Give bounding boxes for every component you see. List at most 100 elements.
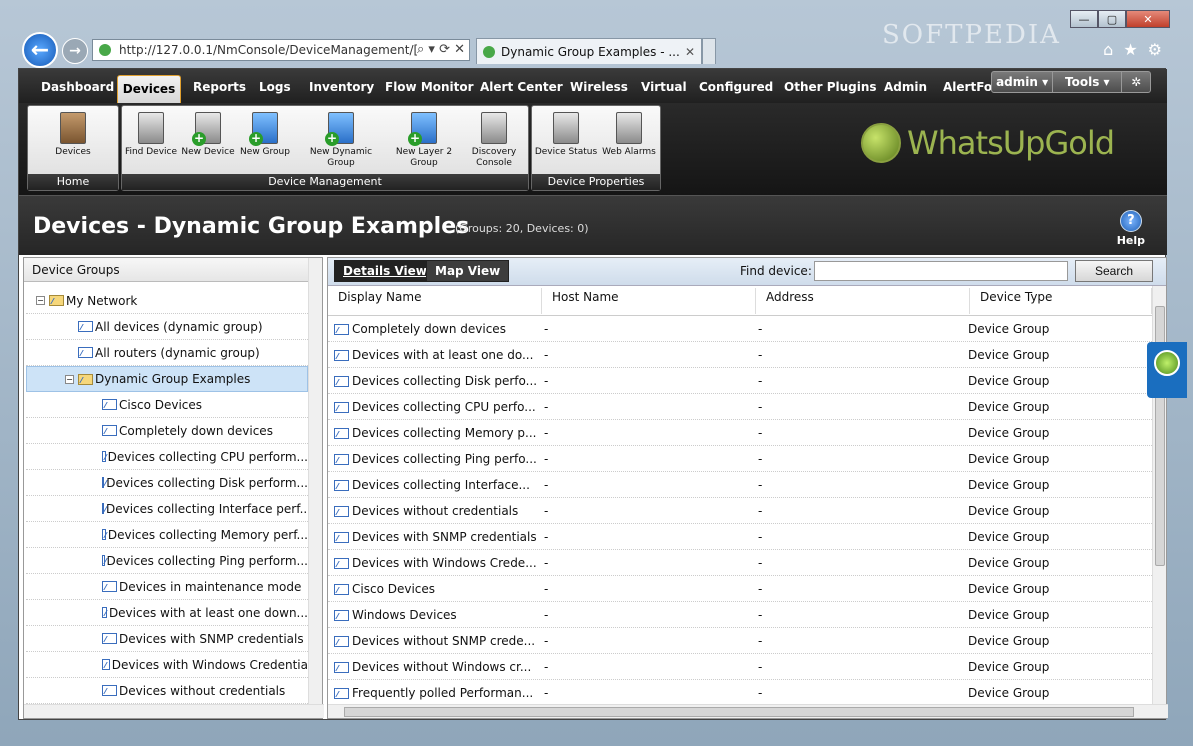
tree-vertical-scrollbar[interactable] [308,258,322,704]
tree-item[interactable]: All routers (dynamic group) [26,340,308,366]
table-row[interactable]: Devices collecting CPU perfo... - - Device … [328,394,1154,420]
table-cell: - [758,634,763,648]
col-display-name[interactable]: Display Name [330,288,542,314]
table-cell: Devices collecting Disk perfo... [352,374,538,388]
browser-tab[interactable]: Dynamic Group Examples - ... ✕ [476,38,702,64]
new-dynamic-group-button[interactable]: New Dynamic Group [308,112,374,169]
menu-logs[interactable]: Logs [259,80,291,94]
table-cell: - [758,504,763,518]
tree-item[interactable]: All devices (dynamic group) [26,314,308,340]
minimize-button[interactable]: — [1070,10,1098,28]
folder-icon [102,477,105,488]
group-folder-icon [334,532,349,543]
ribbon-group-device-management: Find Device New Device New Group New Dyn… [121,105,529,191]
tree-collapse-icon[interactable]: − [65,374,74,384]
table-row[interactable]: Devices collecting Interface... - - Device … [328,472,1154,498]
group-folder-icon [334,428,349,439]
menu-inventory[interactable]: Inventory [309,80,374,94]
tree-item-label: Devices with SNMP credentials [119,631,304,646]
table-row[interactable]: Devices collecting Memory p... - - Device G… [328,420,1154,446]
tree-item[interactable]: Devices collecting Interface perf... [26,496,308,522]
tree-item[interactable]: Devices with SNMP credentials [26,626,308,652]
tab-map-view[interactable]: Map View [426,260,510,282]
tab-details-view[interactable]: Details View [334,260,436,282]
find-device-button[interactable]: Find Device [124,112,178,158]
menu-admin[interactable]: Admin [884,80,927,94]
table-cell: Device Group [968,374,1050,388]
maximize-button[interactable]: ▢ [1098,10,1126,28]
col-address[interactable]: Address [758,288,970,314]
col-host-name[interactable]: Host Name [544,288,756,314]
menu-configured[interactable]: Configured [699,80,773,94]
tree-horizontal-scrollbar[interactable] [24,704,324,718]
tree-item[interactable]: Devices with at least one down... [26,600,308,626]
menu-reports[interactable]: Reports [193,80,246,94]
new-tab-button[interactable] [702,38,716,64]
discovery-console-button[interactable]: Discovery Console [466,112,522,169]
help-button[interactable]: ? Help [1117,210,1145,247]
table-row[interactable]: Frequently polled Performan... - - Device G… [328,680,1154,706]
back-button[interactable]: ← [22,32,58,68]
menu-dashboard[interactable]: Dashboard [41,80,114,94]
table-cell: Devices with at least one do... [352,348,534,362]
tree-collapse-icon[interactable]: − [36,296,45,305]
settings-gear-icon[interactable]: ⚙ [1148,40,1162,59]
table-row[interactable]: Devices with at least one do... - - Device … [328,342,1154,368]
tab-close-icon[interactable]: ✕ [685,45,695,59]
table-row[interactable]: Devices with SNMP credentials - - Device Gr… [328,524,1154,550]
folder-icon [102,633,117,644]
tree-item[interactable]: Devices collecting CPU perform... [26,444,308,470]
user-dropdown[interactable]: admin ▾ [992,72,1054,92]
col-device-type[interactable]: Device Type [972,288,1152,314]
new-layer2-group-button[interactable]: New Layer 2 Group [392,112,456,169]
table-row[interactable]: Devices without Windows cr... - - Device Gr… [328,654,1154,680]
table-row[interactable]: Windows Devices - - Device Group [328,602,1154,628]
tools-dropdown[interactable]: Tools ▾ [1053,72,1123,92]
group-folder-icon [334,584,349,595]
tree-item[interactable]: Cisco Devices [26,392,308,418]
tree-item[interactable]: Devices with Windows Credentia [26,652,308,678]
tree-item[interactable]: Devices without credentials [26,678,308,704]
tree-item[interactable]: − Dynamic Group Examples [26,366,308,392]
table-cell: Device Group [968,660,1050,674]
menu-wireless[interactable]: Wireless [570,80,628,94]
table-row[interactable]: Devices collecting Disk perfo... - - Device… [328,368,1154,394]
forward-button[interactable]: → [62,38,88,64]
table-row[interactable]: Devices without credentials - - Device Grou… [328,498,1154,524]
web-alarms-button[interactable]: Web Alarms [600,112,658,158]
tree-item[interactable]: Devices collecting Memory perf... [26,522,308,548]
new-device-button[interactable]: New Device [180,112,236,158]
address-tools-icon[interactable]: ⌕ ▾ ⟳ ✕ [417,42,465,57]
browser-window: SOFTPEDIA — ▢ ✕ ← → http://127.0.0.1/NmC… [0,0,1193,746]
side-panel-toggle[interactable] [1147,342,1187,398]
table-cell: - [544,322,549,336]
menu-other-plugins[interactable]: Other Plugins [784,80,877,94]
menu-virtual[interactable]: Virtual [641,80,687,94]
find-device-input[interactable] [814,261,1068,281]
table-horizontal-scrollbar[interactable] [328,704,1168,718]
table-row[interactable]: Devices collecting Ping perfo... - - Device… [328,446,1154,472]
close-window-button[interactable]: ✕ [1126,10,1170,28]
favorites-icon[interactable]: ★ [1123,40,1137,59]
table-row[interactable]: Devices with Windows Crede... - - Device Gr… [328,550,1154,576]
home-icon[interactable]: ⌂ [1103,40,1113,59]
tree-item[interactable]: Devices in maintenance mode [26,574,308,600]
address-bar[interactable]: http://127.0.0.1/NmConsole/DeviceManagem… [92,39,470,61]
search-button[interactable]: Search [1075,260,1153,282]
table-row[interactable]: Cisco Devices - - Device Group [328,576,1154,602]
table-cell: - [758,530,763,544]
scroll-thumb[interactable] [344,707,1134,717]
table-row[interactable]: Devices without SNMP crede... - - Device Gr… [328,628,1154,654]
tree-item[interactable]: Devices collecting Ping perform... [26,548,308,574]
devices-button[interactable]: Devices [48,112,98,158]
menu-flow-monitor[interactable]: Flow Monitor [385,80,474,94]
menu-alert-center[interactable]: Alert Center [480,80,563,94]
tree-item[interactable]: Completely down devices [26,418,308,444]
tree-item[interactable]: Devices collecting Disk perform... [26,470,308,496]
new-group-button[interactable]: New Group [238,112,292,158]
settings-cog-icon[interactable]: ✲ [1122,72,1150,92]
device-status-button[interactable]: Device Status [534,112,598,158]
menu-devices[interactable]: Devices [117,75,181,103]
table-row[interactable]: Completely down devices - - Device Group [328,316,1154,342]
tree-item[interactable]: − My Network [26,288,308,314]
